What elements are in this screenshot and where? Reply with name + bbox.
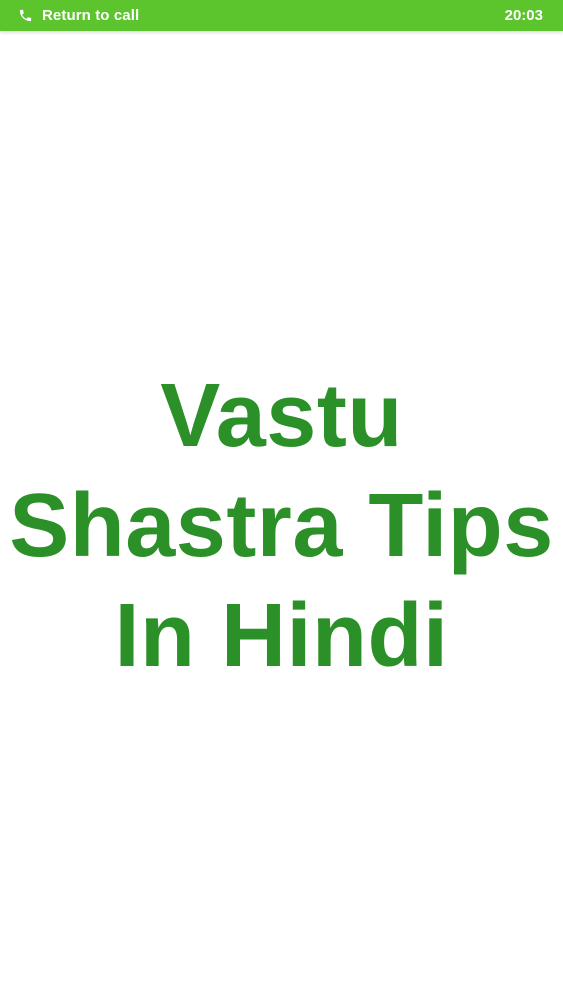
splash-screen: Vastu Shastra Tips In Hindi [0, 31, 563, 1000]
app-title-line-2: Shastra Tips [9, 476, 554, 576]
return-to-call-label: Return to call [42, 7, 140, 24]
return-to-call-button[interactable]: Return to call [0, 0, 139, 31]
phone-icon [18, 8, 33, 23]
app-title: Vastu Shastra Tips In Hindi [0, 361, 563, 691]
app-title-line-1: Vastu [160, 366, 403, 466]
app-title-line-3: In Hindi [114, 586, 449, 686]
status-bar: Return to call 20:03 [0, 0, 563, 31]
status-clock: 20:03 [504, 7, 543, 24]
